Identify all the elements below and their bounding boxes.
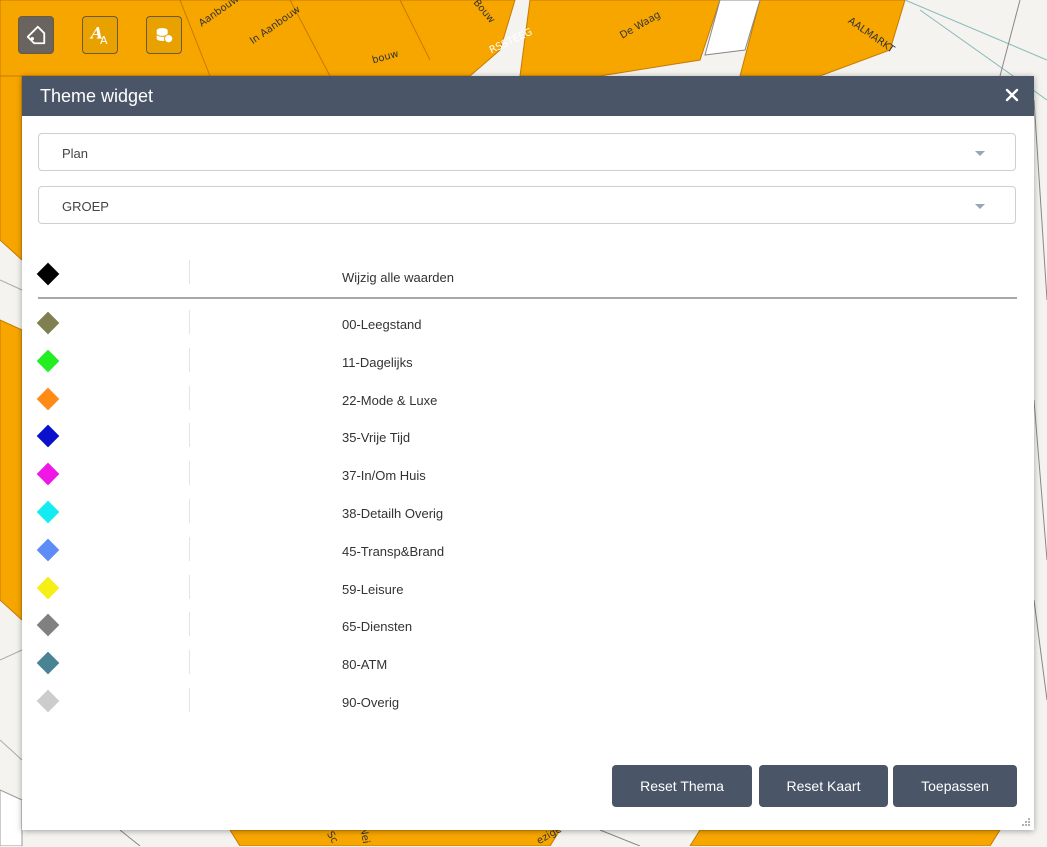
layer-select[interactable]: Plan	[38, 133, 1016, 171]
column-divider	[189, 536, 190, 561]
legend-label: 11-Dagelijks	[342, 354, 413, 370]
reset-theme-button[interactable]: Reset Thema	[612, 765, 752, 807]
column-divider	[189, 574, 190, 599]
column-divider	[189, 385, 190, 410]
apply-button[interactable]: Toepassen	[893, 765, 1017, 807]
column-divider	[189, 688, 190, 712]
data-tool-button[interactable]	[146, 16, 182, 54]
column-divider	[189, 650, 190, 675]
reset-map-button[interactable]: Reset Kaart	[759, 765, 888, 807]
legend-label: 38-Detailh Overig	[342, 506, 444, 521]
legend-row: 38-Detailh Overig	[36, 497, 1018, 534]
label-tool-button[interactable]: A A	[82, 16, 118, 54]
chevron-down-icon	[975, 204, 985, 209]
legend-row: 22-Mode & Luxe	[36, 384, 1018, 421]
chevron-down-icon	[975, 151, 985, 156]
change-all-label: Wijzig alle waarden	[342, 270, 454, 285]
column-divider	[189, 461, 190, 486]
legend-color-swatch[interactable]	[36, 311, 60, 335]
legend-color-swatch[interactable]	[36, 576, 60, 599]
legend-color-swatch[interactable]	[36, 689, 60, 713]
font-style-icon: A A	[89, 24, 108, 46]
column-divider	[189, 499, 190, 523]
field-select[interactable]: GROEP	[38, 186, 1016, 224]
legend-label: 37-In/Om Huis	[342, 468, 426, 484]
column-divider	[189, 260, 190, 284]
column-divider	[189, 347, 190, 372]
legend-color-swatch[interactable]	[36, 651, 60, 675]
legend-label: 00-Leegstand	[342, 317, 422, 332]
legend-header-divider	[38, 297, 1017, 299]
legend-row: 11-Dagelijks	[36, 346, 1018, 383]
dialog-header[interactable]: Theme widget	[22, 76, 1034, 116]
legend-row: 90-Overig	[36, 686, 1018, 723]
legend-label: 65-Diensten	[342, 619, 413, 635]
legend-color-swatch[interactable]	[36, 425, 60, 448]
legend-label: 35-Vrije Tijd	[342, 430, 411, 446]
legend-color-swatch[interactable]	[36, 500, 60, 524]
column-divider	[189, 423, 190, 448]
legend-color-swatch[interactable]	[36, 462, 60, 486]
legend-label: 80-ATM	[342, 657, 388, 673]
theme-tool-button[interactable]	[18, 16, 54, 54]
tag-icon	[26, 25, 46, 45]
legend-row: 45-Transp&Brand	[36, 535, 1018, 572]
legend-color-swatch[interactable]	[36, 349, 60, 373]
legend-label: 90-Overig	[342, 695, 400, 710]
legend-color-swatch[interactable]	[36, 387, 60, 410]
layer-select-value: Plan	[62, 146, 89, 161]
legend-row: 37-In/Om Huis	[36, 459, 1018, 496]
legend-label: 59-Leisure	[342, 581, 404, 597]
legend-row: 65-Diensten	[36, 610, 1018, 647]
legend-label: 22-Mode & Luxe	[342, 392, 438, 408]
legend-color-swatch[interactable]	[36, 538, 60, 562]
change-all-color-swatch[interactable]	[36, 262, 60, 286]
database-icon	[156, 28, 174, 44]
legend-row: 59-Leisure	[36, 573, 1018, 610]
svg-text:A: A	[100, 34, 108, 46]
legend-label: 45-Transp&Brand	[342, 543, 445, 559]
legend-color-swatch[interactable]	[36, 614, 60, 637]
theme-widget-dialog: Theme widget Plan GROEP Wijzig alle waar…	[22, 76, 1034, 830]
legend-row: 35-Vrije Tijd	[36, 421, 1018, 458]
column-divider	[189, 310, 190, 334]
close-icon	[1005, 88, 1019, 102]
dialog-title: Theme widget	[40, 86, 154, 106]
column-divider	[189, 612, 190, 637]
field-select-value: GROEP	[62, 199, 109, 214]
legend-header-row: Wijzig alle waarden	[36, 258, 1018, 295]
close-button[interactable]	[1002, 85, 1022, 105]
resize-grip-icon[interactable]	[1021, 817, 1031, 827]
legend-row: 80-ATM	[36, 648, 1018, 685]
legend-row: 00-Leegstand	[36, 308, 1018, 345]
